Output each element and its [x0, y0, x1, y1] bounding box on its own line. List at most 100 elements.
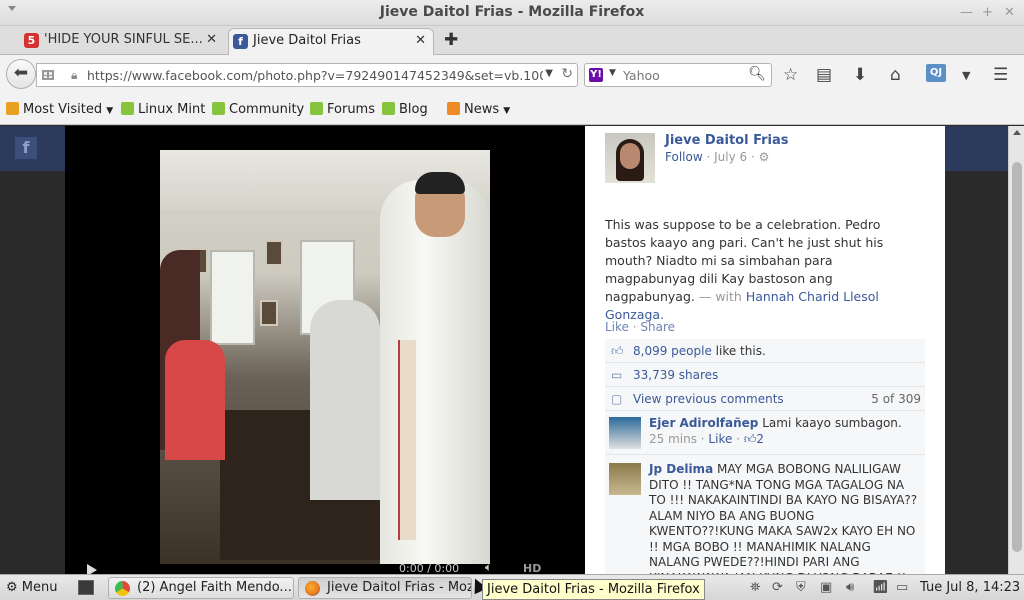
like-link[interactable]: Like	[605, 320, 629, 334]
chevron-down-icon: ▼	[106, 106, 114, 116]
maximize-icon[interactable]: +	[982, 5, 993, 20]
shield-icon[interactable]: ⛨	[796, 580, 806, 595]
identity-grid-icon[interactable]	[41, 68, 55, 82]
scene-person	[310, 300, 380, 500]
search-engine-dropdown-icon[interactable]: ▼	[609, 68, 616, 78]
new-tab-icon[interactable]: ✚	[444, 30, 458, 50]
page-scrollbar[interactable]	[1008, 126, 1024, 574]
terminal-launcher-icon[interactable]	[78, 580, 94, 595]
start-menu-button[interactable]: ⚙ Menu	[6, 580, 58, 595]
bookmark-forums[interactable]: Forums	[310, 102, 375, 117]
comment-like-link[interactable]: Like	[708, 432, 732, 446]
tab-jieve-daitol-frias[interactable]: f Jieve Daitol Frias ✕	[228, 28, 434, 55]
likes-row: 👍︎ 8,099 people like this.	[605, 339, 925, 363]
comment-text: Lami kaayo sumbagon.	[762, 416, 902, 430]
url-text[interactable]: https://www.facebook.com/photo.php?v=792…	[87, 68, 543, 83]
follow-link[interactable]: Follow	[665, 150, 703, 164]
tray-app-icon[interactable]: ⛯	[750, 580, 760, 595]
search-bar[interactable]: Y! ▼ Yahoo 🔍︎	[584, 63, 772, 87]
battery-icon[interactable]: ▭	[896, 580, 908, 595]
task-firefox-window[interactable]: Jieve Daitol Frias - Mozil...	[298, 577, 472, 599]
commenter-avatar[interactable]	[609, 417, 641, 449]
likes-count-link[interactable]: 8,099 people	[633, 344, 712, 358]
system-monitor-icon[interactable]: ▣	[820, 580, 832, 595]
video-frame-image[interactable]	[160, 150, 490, 564]
back-button[interactable]: ⬅	[6, 59, 36, 89]
home-icon[interactable]: ⌂	[890, 65, 901, 85]
bookmark-star-icon[interactable]: ☆	[783, 65, 798, 85]
video-player[interactable]: 0:00 / 0:00 🔈︎ HD	[65, 126, 585, 574]
post-caption: This was suppose to be a celebration. Pe…	[605, 216, 925, 324]
bookmark-label: Community	[229, 102, 305, 117]
facebook-logo-icon[interactable]: f	[15, 137, 37, 159]
post-actions: Like · Share	[605, 320, 675, 334]
task-chrome-window[interactable]: (2) Angel Faith Mendo...	[108, 577, 294, 599]
close-tab-icon[interactable]: ✕	[415, 33, 426, 48]
clock[interactable]: Tue Jul 8, 14:23	[920, 580, 1020, 595]
yahoo-icon[interactable]: Y!	[589, 68, 603, 82]
shares-count-link[interactable]: 33,739 shares	[633, 368, 718, 382]
post-date[interactable]: · July 6 ·	[706, 150, 754, 164]
window-titlebar: Jieve Daitol Frias - Mozilla Firefox — +…	[0, 0, 1024, 26]
photo-theater: 0:00 / 0:00 🔈︎ HD Jieve Daitol Frias Fol…	[65, 126, 945, 574]
most-visited-icon	[6, 102, 19, 115]
author-name-link[interactable]: Jieve Daitol Frias	[665, 133, 789, 148]
facebook-favicon-icon: f	[233, 34, 248, 49]
view-previous-comments-link[interactable]: View previous comments	[633, 392, 784, 406]
volume-tray-icon[interactable]: 🔊︎	[846, 580, 854, 595]
firefox-icon	[305, 581, 320, 596]
taskbar-tooltip: Jieve Daitol Frias - Mozilla Firefox	[482, 579, 705, 600]
post-meta: Follow · July 6 · ⚙	[665, 150, 769, 164]
scene-stole	[398, 340, 416, 540]
menu-label: Menu	[21, 580, 58, 595]
bookmark-label: Most Visited	[23, 102, 103, 117]
comment-likes-count[interactable]: 2	[756, 432, 764, 446]
comment-time[interactable]: 25 mins	[649, 432, 697, 446]
minimize-icon[interactable]: —	[960, 5, 973, 20]
update-manager-icon[interactable]: ⟳	[772, 580, 783, 595]
linux-mint-icon	[382, 102, 395, 115]
scroll-up-icon[interactable]	[1013, 130, 1021, 135]
chevron-down-icon: ▼	[503, 106, 511, 116]
scrollbar-thumb[interactable]	[1012, 162, 1022, 552]
close-tab-icon[interactable]: ✕	[206, 32, 217, 47]
bookmark-community[interactable]: Community	[212, 102, 304, 117]
hamburger-menu-icon[interactable]: ☰	[993, 65, 1008, 85]
bookmark-most-visited[interactable]: Most Visited ▼	[6, 102, 113, 117]
author-avatar[interactable]	[605, 133, 655, 183]
bookmarks-menu-icon[interactable]: ▤	[816, 65, 832, 85]
bookmark-label: News	[464, 102, 500, 117]
tab-hide-your-sinful[interactable]: 5 'HIDE YOUR SINFUL SE... ✕	[20, 28, 224, 55]
commenter-name-link[interactable]: Ejer Adirolfañep	[649, 416, 758, 430]
comment-body: Jp Delima MAY MGA BOBONG NALILIGAW DITO …	[649, 462, 921, 574]
url-bar[interactable]: 🔒︎ https://www.facebook.com/photo.php?v=…	[36, 63, 578, 87]
avatar-face	[620, 143, 640, 169]
volume-icon[interactable]: 🔈︎	[485, 560, 492, 574]
url-history-dropdown-icon[interactable]: ▼	[545, 68, 553, 79]
downloads-icon[interactable]: ⬇	[853, 65, 867, 85]
addon-dropdown-icon[interactable]: ▼	[962, 69, 970, 82]
thumbs-up-icon: 👍︎	[611, 344, 624, 358]
reload-icon[interactable]: ↻	[561, 66, 573, 82]
bookmark-blog[interactable]: Blog	[382, 102, 428, 117]
commenter-name-link[interactable]: Jp Delima	[649, 462, 713, 476]
commenter-avatar[interactable]	[609, 463, 641, 495]
network-signal-icon[interactable]: 📶︎	[872, 580, 889, 595]
search-icon[interactable]: 🔍︎	[748, 66, 766, 82]
web-page: f 0:00 / 0:00 🔈︎ HD Jieve Daitol Frias F…	[0, 126, 1008, 574]
comment-likes-icon[interactable]: 👍︎	[744, 432, 757, 446]
comment-count: 5 of 309	[871, 392, 921, 406]
lock-icon: 🔒︎	[71, 68, 78, 82]
play-icon[interactable]	[87, 564, 97, 574]
close-window-icon[interactable]: ✕	[1004, 5, 1015, 20]
bookmark-label: Forums	[327, 102, 375, 117]
bookmark-news[interactable]: News ▼	[447, 102, 510, 117]
search-placeholder[interactable]: Yahoo	[623, 68, 660, 83]
likes-suffix: like this.	[715, 344, 766, 358]
qj-addon-icon[interactable]: QJ	[926, 64, 946, 82]
comment-icon: ▢	[611, 392, 623, 406]
tab-strip: 5 'HIDE YOUR SINFUL SE... ✕ f Jieve Dait…	[0, 26, 1024, 55]
bookmark-linux-mint[interactable]: Linux Mint	[121, 102, 205, 117]
hd-toggle[interactable]: HD	[523, 562, 541, 574]
share-link[interactable]: Share	[640, 320, 675, 334]
